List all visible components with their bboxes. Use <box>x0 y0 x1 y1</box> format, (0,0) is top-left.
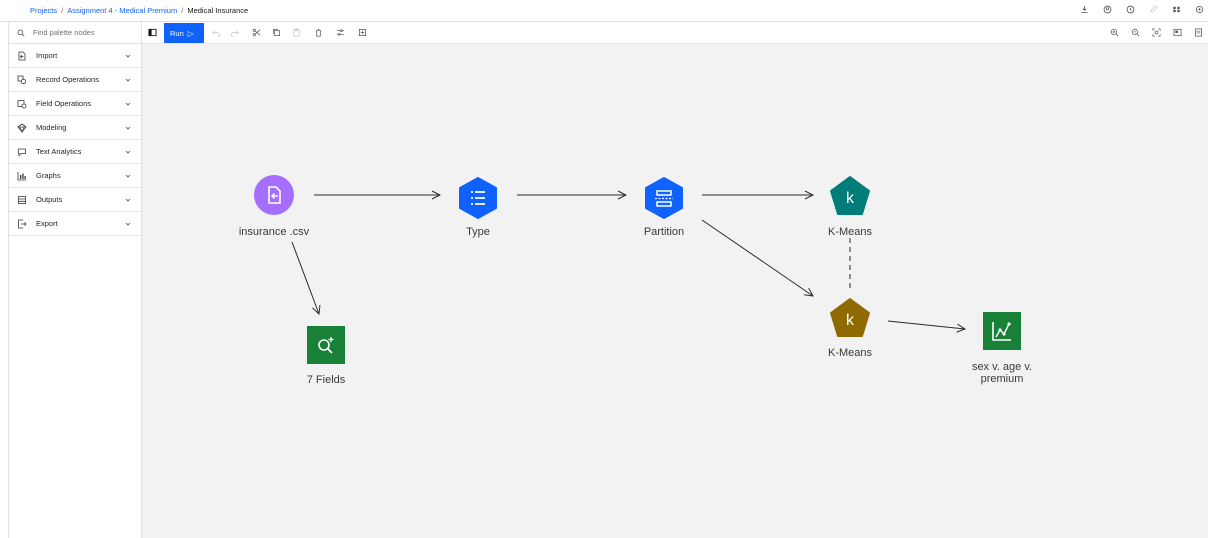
edit-icon[interactable] <box>1149 5 1158 14</box>
settings-sliders-icon[interactable] <box>334 26 346 39</box>
palette-category-label: Graphs <box>36 171 61 180</box>
chevron-down-icon <box>125 77 131 83</box>
modeling-icon <box>17 123 27 133</box>
node-label-type: Type <box>466 226 490 238</box>
search-icon <box>17 29 25 36</box>
record-operations-icon <box>17 75 27 85</box>
redo-icon[interactable] <box>228 26 240 39</box>
modeler-flow-app: Projects / Assignment 4 - Medical Premium /… <box>0 0 1208 538</box>
palette-category-label: Outputs <box>36 195 63 204</box>
kmeans-glyph: k <box>846 312 855 329</box>
canvas-toolbar: Run ▷ <box>142 22 1208 44</box>
properties-icon[interactable] <box>1192 26 1204 39</box>
palette-category-label: Modeling <box>36 123 67 132</box>
palette-category-label: Text Analytics <box>36 147 82 156</box>
header-actions <box>1080 5 1204 14</box>
field-operations-icon <box>17 99 27 109</box>
plot-graph-icon <box>983 312 1021 350</box>
undo-icon[interactable] <box>210 26 222 39</box>
link-partition-to-kmeans-nugget[interactable] <box>701 219 813 296</box>
flow-canvas[interactable]: insurance .csv Type Partition k K-Means … <box>142 44 1208 538</box>
export-icon <box>17 219 27 229</box>
zoom-in-icon[interactable] <box>1108 26 1120 39</box>
history-icon[interactable] <box>1126 5 1135 14</box>
minimap-icon[interactable] <box>1171 26 1183 39</box>
chevron-down-icon <box>125 53 131 59</box>
paste-icon[interactable] <box>290 26 302 39</box>
link-insurance-to-fields[interactable] <box>291 241 319 314</box>
import-icon <box>17 51 27 61</box>
grid-icon[interactable] <box>1172 5 1181 14</box>
palette-category-text-analytics[interactable]: Text Analytics <box>9 140 141 164</box>
breadcrumb-current: Medical Insurance <box>187 6 249 15</box>
chevron-down-icon <box>125 101 131 107</box>
cut-icon[interactable] <box>250 26 262 39</box>
node-label-kmeans-model: K-Means <box>827 226 873 238</box>
flow-links <box>291 44 1208 538</box>
chevron-down-icon <box>125 125 131 131</box>
copy-icon[interactable] <box>270 26 282 39</box>
text-analytics-icon <box>17 147 27 157</box>
breadcrumb-bar: Projects / Assignment 4 - Medical Premium /… <box>0 0 1208 22</box>
kmeans-model-icon: k <box>830 176 870 215</box>
node-insurance-csv[interactable] <box>254 175 294 215</box>
breadcrumb-separator: / <box>181 6 184 15</box>
node-type[interactable] <box>456 176 500 220</box>
node-palette: Import Record Operations Field Operation… <box>8 22 142 538</box>
play-icon: ▷ <box>187 28 194 38</box>
run-button[interactable]: Run ▷ <box>164 23 204 43</box>
cache-icon[interactable] <box>356 26 368 39</box>
run-button-label: Run <box>170 28 184 38</box>
chevron-down-icon <box>125 197 131 203</box>
breadcrumb-projects[interactable]: Projects <box>30 6 57 15</box>
node-label-kmeans-nugget: K-Means <box>827 347 873 359</box>
delete-icon[interactable] <box>312 26 324 39</box>
node-7-fields[interactable] <box>307 326 345 364</box>
palette-category-label: Export <box>36 219 58 228</box>
outputs-icon <box>17 195 27 205</box>
palette-toggle-icon[interactable] <box>146 26 158 39</box>
palette-category-graphs[interactable]: Graphs <box>9 164 141 188</box>
user-icon[interactable] <box>1103 5 1112 14</box>
type-node-icon <box>459 177 497 219</box>
breadcrumb-separator: / <box>61 6 64 15</box>
settings-icon[interactable] <box>1195 5 1204 14</box>
palette-category-label: Import <box>36 51 58 60</box>
palette-category-export[interactable]: Export <box>9 212 141 236</box>
palette-category-label: Field Operations <box>36 99 92 108</box>
chevron-down-icon <box>125 149 131 155</box>
graphs-icon <box>17 171 27 181</box>
node-label-partition: Partition <box>643 226 685 238</box>
palette-search <box>9 22 141 44</box>
kmeans-glyph: k <box>846 190 855 207</box>
palette-category-record-operations[interactable]: Record Operations <box>9 68 141 92</box>
node-kmeans-model[interactable]: k <box>829 175 871 217</box>
partition-node-icon <box>645 177 683 219</box>
node-label-plot: sex v. age v. premium <box>971 361 1033 385</box>
node-label-7-fields: 7 Fields <box>306 374 346 386</box>
palette-search-input[interactable] <box>33 28 133 37</box>
kmeans-nugget-icon: k <box>830 298 870 337</box>
data-asset-icon <box>254 175 294 215</box>
node-label-insurance: insurance .csv <box>238 226 310 238</box>
chevron-down-icon <box>125 173 131 179</box>
palette-category-outputs[interactable]: Outputs <box>9 188 141 212</box>
node-plot[interactable] <box>983 312 1021 350</box>
breadcrumb-assignment[interactable]: Assignment 4 - Medical Premium <box>67 6 177 15</box>
node-kmeans-nugget[interactable]: k <box>829 297 871 339</box>
chevron-down-icon <box>125 221 131 227</box>
node-partition[interactable] <box>642 176 686 220</box>
palette-category-import[interactable]: Import <box>9 44 141 68</box>
zoom-out-icon[interactable] <box>1129 26 1141 39</box>
fit-to-screen-icon[interactable] <box>1150 26 1162 39</box>
data-audit-icon <box>307 326 345 364</box>
download-icon[interactable] <box>1080 5 1089 14</box>
palette-category-modeling[interactable]: Modeling <box>9 116 141 140</box>
link-kmeans-nugget-to-plot[interactable] <box>887 320 965 329</box>
breadcrumb: Projects / Assignment 4 - Medical Premium /… <box>30 6 248 15</box>
palette-category-field-operations[interactable]: Field Operations <box>9 92 141 116</box>
palette-category-label: Record Operations <box>36 75 99 84</box>
